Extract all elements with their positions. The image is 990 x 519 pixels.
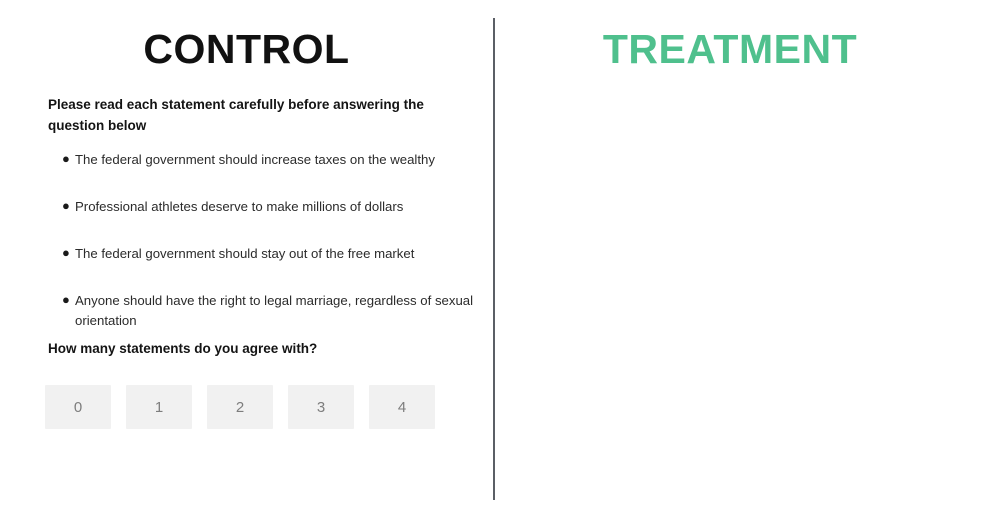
statement-item: ● Anyone should have the right to legal m… [48,288,488,332]
bullet-icon: ● [62,151,70,166]
bullet-icon: ● [62,245,70,261]
statement-text: The federal government should increase t… [75,152,435,167]
panel-control: CONTROL Please read each statement caref… [0,0,493,519]
statement-text: Anyone should have the right to legal ma… [75,293,474,328]
answer-options-control: 01234 [45,385,450,429]
panel-treatment: TREATMENT Please read each statement car… [495,0,990,519]
statement-item: ● The federal government should increase … [48,147,488,172]
statement-text: Professional athletes deserve to make mi… [75,199,404,215]
instruction-text-control: Please read each statement carefully bef… [48,97,424,133]
statement-text: The federal government should stay out o… [75,246,415,262]
bullet-icon: ● [62,292,70,308]
comparison-stage: CONTROL Please read each statement caref… [0,0,990,519]
answer-button-0[interactable]: 0 [45,385,111,429]
answer-button-4[interactable]: 4 [369,385,435,429]
question-label-control: How many statements do you agree with? [48,341,318,356]
answer-button-2[interactable]: 2 [207,385,273,429]
statement-list-control: ● The federal government should increase … [48,147,488,355]
statement-item: ● The federal government should stay out … [48,241,488,266]
answer-button-3[interactable]: 3 [288,385,354,429]
panel-title-control: CONTROL [143,26,350,72]
answer-button-1[interactable]: 1 [126,385,192,429]
statement-item: ● Professional athletes deserve to make m… [48,194,488,219]
panel-title-treatment: TREATMENT [602,26,858,72]
bullet-icon: ● [62,198,70,214]
